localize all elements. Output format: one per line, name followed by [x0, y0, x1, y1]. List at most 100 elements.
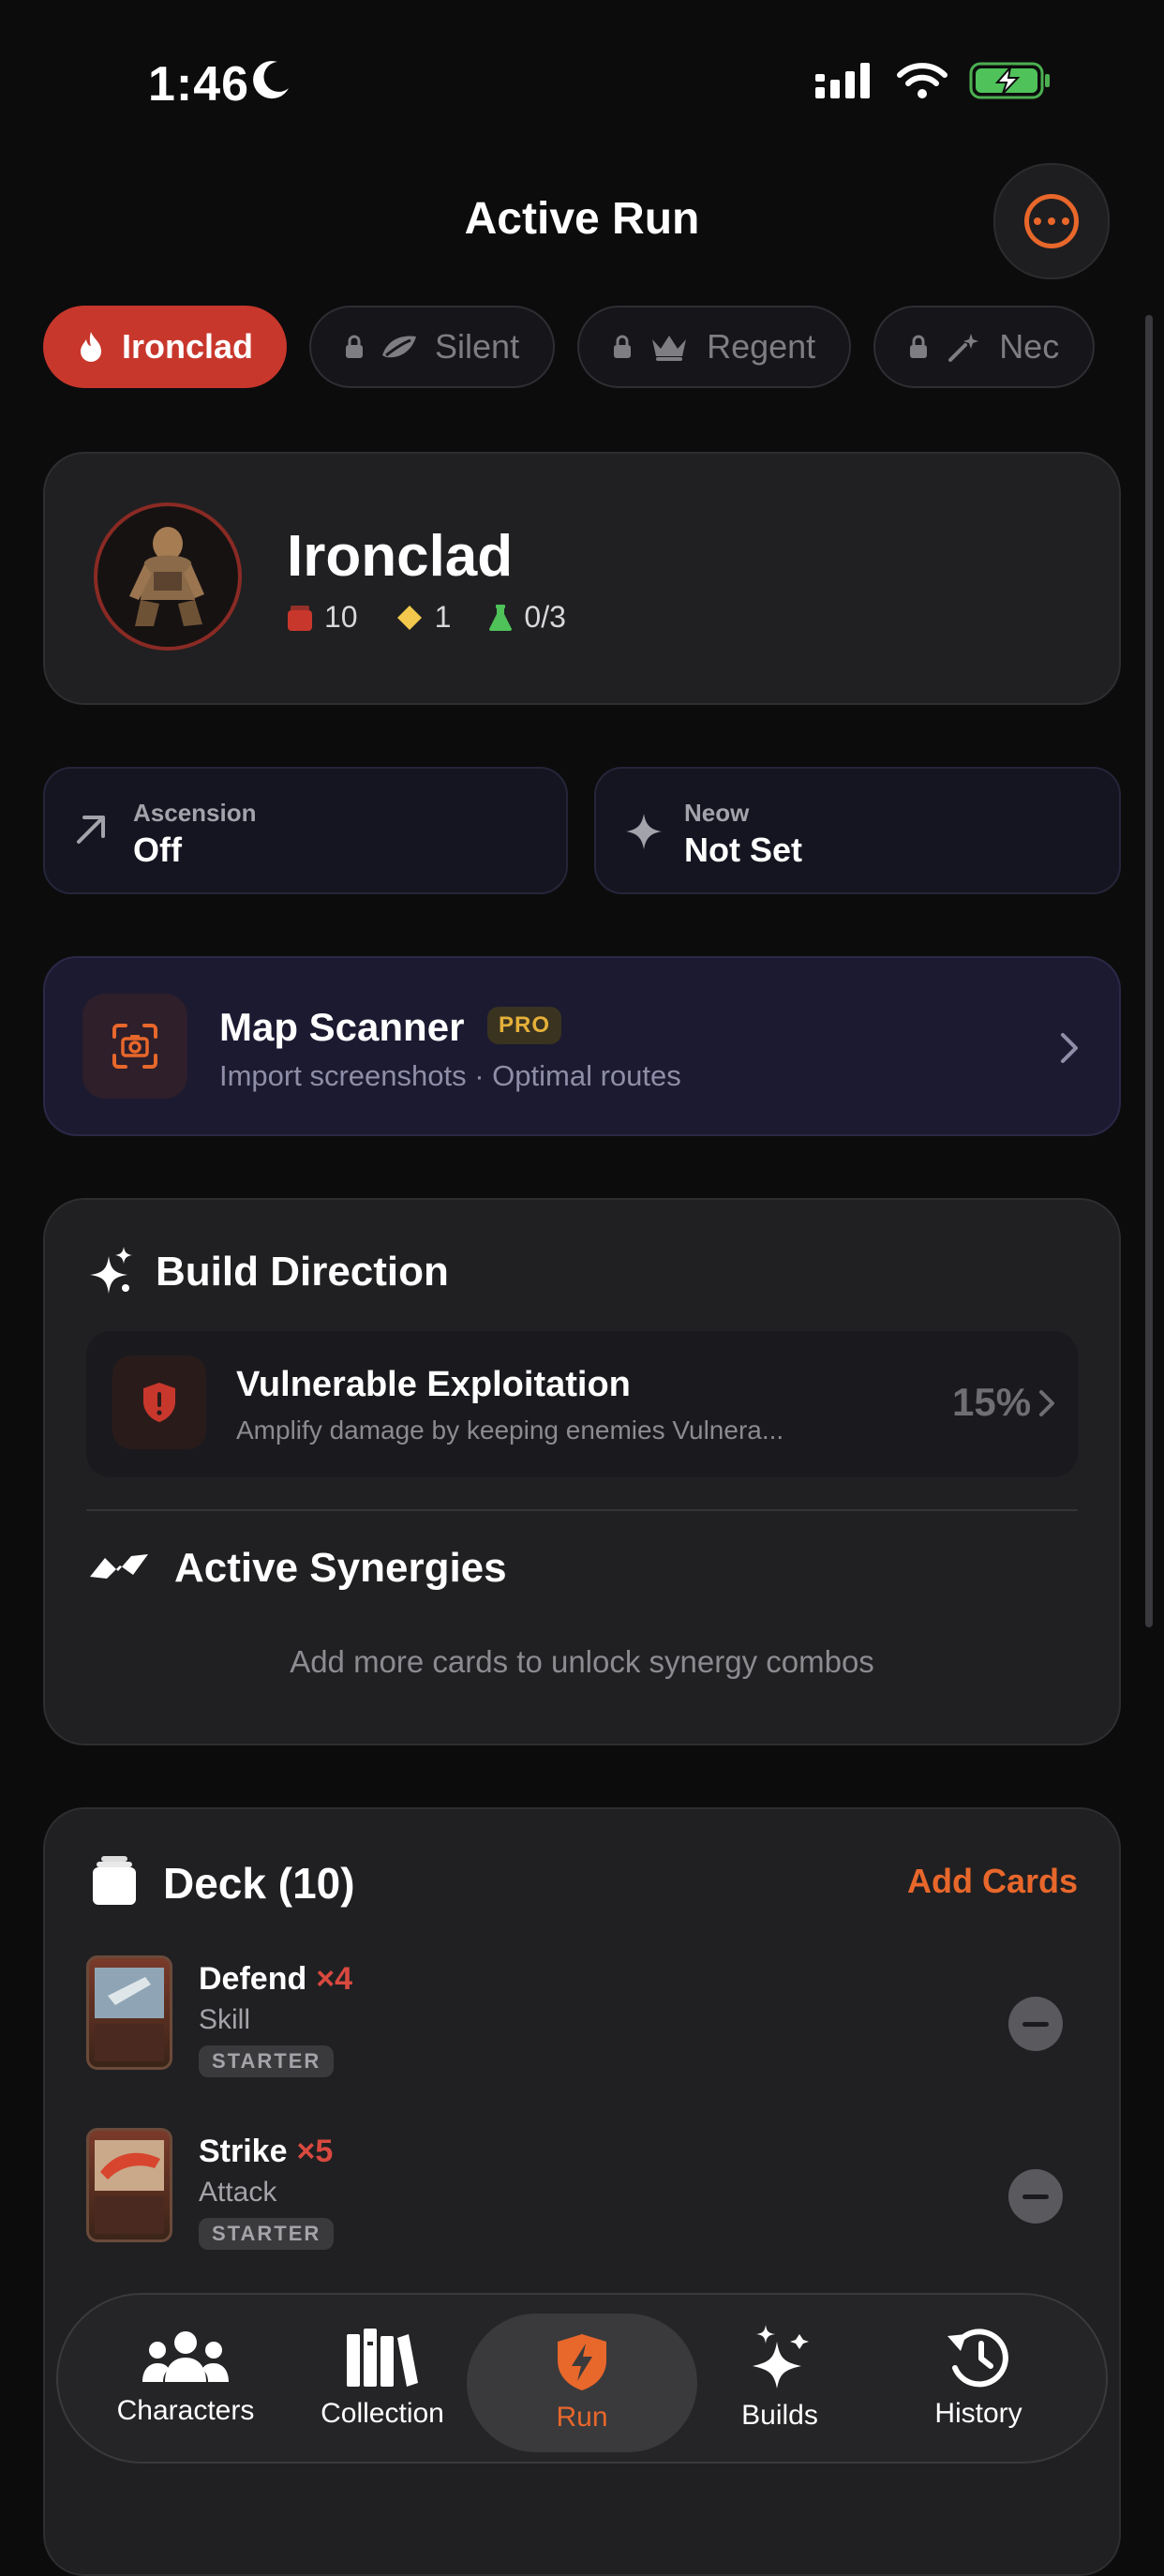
chevron-right-icon [1061, 1033, 1078, 1063]
card-count: ×4 [316, 1961, 352, 1997]
character-tabs: Ironclad Silent Regent Nec [43, 306, 1119, 390]
deck-count: 10 [324, 600, 358, 634]
neow-value: Not Set [684, 831, 802, 869]
nav-label: Run [556, 2402, 608, 2433]
card-count: ×5 [296, 2134, 334, 2169]
arrow-up-right-icon [77, 816, 105, 844]
ascension-selector[interactable]: Ascension Off [43, 767, 568, 894]
nav-characters[interactable]: Characters [92, 2295, 279, 2462]
starter-badge: STARTER [199, 2218, 335, 2250]
sparkle-icon [626, 814, 662, 849]
nav-builds[interactable]: Builds [686, 2295, 873, 2462]
ironclad-portrait [129, 527, 204, 626]
more-icon [1024, 194, 1079, 248]
vulnerable-icon-box [112, 1355, 206, 1449]
sparkles-icon [90, 1247, 132, 1294]
status-icons [815, 62, 1052, 99]
remove-card-button[interactable] [1008, 2169, 1063, 2224]
deck-card-row[interactable]: Defend ×4 Skill STARTER [86, 1955, 1082, 2096]
tab-label: Ironclad [122, 327, 254, 366]
flame-icon [81, 332, 101, 362]
tab-necrobinder[interactable]: Nec [873, 306, 1096, 388]
ascension-value: Off [133, 831, 182, 869]
remove-card-button[interactable] [1008, 1997, 1063, 2051]
build-direction-title: Build Direction [156, 1249, 449, 1295]
card-name-text: Strike [199, 2134, 288, 2169]
signal-icon [815, 63, 870, 98]
bottom-tab-bar: Characters Collection Run Builds History [56, 2293, 1108, 2464]
potion-icon [489, 604, 513, 631]
deck-title: Deck (10) [163, 1859, 355, 1908]
card-art-defend [86, 1955, 172, 2070]
gold-icon [396, 605, 422, 630]
people-icon [142, 2331, 229, 2382]
camera-scan-icon [112, 1024, 157, 1069]
tab-label: Regent [707, 327, 816, 366]
tab-label: Nec [999, 327, 1060, 366]
ascension-label: Ascension [133, 799, 257, 827]
lock-icon [910, 335, 928, 358]
moon-icon [253, 61, 289, 99]
neow-label: Neow [684, 799, 750, 827]
nav-label: Collection [321, 2398, 444, 2429]
scan-icon-box [82, 994, 187, 1099]
status-time: 1:46 [148, 57, 250, 112]
map-scanner-title: Map Scanner [219, 1005, 465, 1049]
more-options-button[interactable] [993, 163, 1110, 279]
deck-stat: 10 [287, 600, 358, 635]
tab-silent[interactable]: Silent [309, 306, 556, 388]
nav-label: Builds [741, 2400, 818, 2431]
potion-stat: 0/3 [488, 600, 566, 635]
gold-count: 1 [434, 600, 452, 634]
wave-icon [90, 1554, 148, 1579]
synergies-empty-text: Add more cards to unlock synergy combos [290, 1644, 874, 1679]
history-icon [948, 2329, 1008, 2388]
deck-card-row[interactable]: Strike ×5 Attack STARTER [86, 2128, 1082, 2269]
nav-label: Characters [116, 2395, 255, 2426]
character-card[interactable]: Ironclad 10 1 0/3 [43, 452, 1121, 705]
build-direction-item-subtitle: Amplify damage by keeping enemies Vulner… [236, 1415, 784, 1445]
card-name: Defend ×4 [199, 1961, 352, 1998]
shield-alert-icon [143, 1383, 175, 1422]
scroll-indicator[interactable] [1145, 315, 1153, 1627]
character-name: Ironclad [287, 524, 514, 589]
nav-history[interactable]: History [885, 2295, 1072, 2462]
build-direction-percent: 15% [952, 1380, 1032, 1424]
crown-icon [652, 336, 687, 361]
character-stats: 10 1 0/3 [287, 600, 590, 635]
leaf-icon [382, 336, 417, 358]
synergies-title: Active Synergies [174, 1545, 507, 1591]
tab-ironclad[interactable]: Ironclad [43, 306, 288, 388]
neow-selector[interactable]: Neow Not Set [594, 767, 1121, 894]
build-direction-item-title: Vulnerable Exploitation [236, 1365, 631, 1404]
page-title: Active Run [464, 194, 700, 244]
card-type: Skill [199, 2004, 251, 2035]
wand-icon [948, 334, 979, 362]
nav-label: History [934, 2398, 1022, 2429]
shield-bolt-icon [558, 2334, 606, 2390]
wifi-icon [897, 63, 948, 98]
deck-icon [288, 605, 312, 631]
card-stack-icon [93, 1856, 136, 1905]
divider [86, 1509, 1078, 1511]
nav-run[interactable]: Run [467, 2314, 697, 2452]
sparkles-icon [753, 2325, 809, 2389]
character-avatar [94, 502, 242, 651]
build-direction-card: Build Direction Vulnerable Exploitation … [43, 1198, 1121, 1745]
tab-regent[interactable]: Regent [577, 306, 852, 388]
card-type: Attack [199, 2177, 277, 2208]
build-direction-item[interactable]: Vulnerable Exploitation Amplify damage b… [86, 1331, 1078, 1477]
starter-badge: STARTER [199, 2045, 335, 2077]
map-scanner-subtitle: Import screenshots · Optimal routes [219, 1059, 681, 1092]
gold-stat: 1 [395, 600, 452, 635]
map-scanner-banner[interactable]: Map Scanner PRO Import screenshots · Opt… [43, 956, 1121, 1136]
tab-label: Silent [435, 327, 520, 366]
card-name: Strike ×5 [199, 2134, 333, 2170]
pro-badge: PRO [487, 1007, 562, 1044]
card-name-text: Defend [199, 1961, 307, 1997]
add-cards-button[interactable]: Add Cards [907, 1862, 1078, 1901]
nav-collection[interactable]: Collection [289, 2295, 476, 2462]
lock-icon [346, 335, 364, 358]
battery-icon [969, 62, 1050, 99]
card-art-strike [86, 2128, 172, 2242]
